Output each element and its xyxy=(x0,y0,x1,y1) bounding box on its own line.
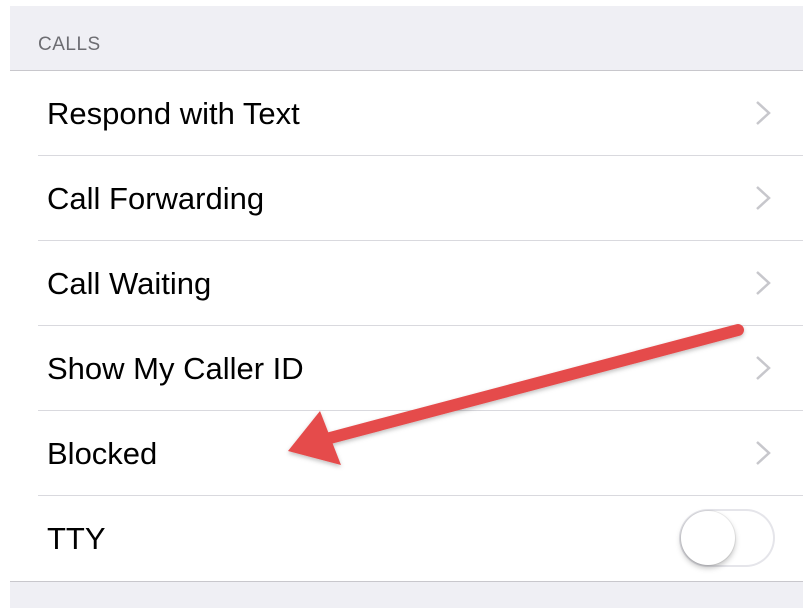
row-label: TTY xyxy=(47,521,106,556)
chevron-right-icon xyxy=(756,441,771,465)
settings-screen: CALLS Respond with Text Call Forwarding … xyxy=(10,6,803,608)
row-label: Blocked xyxy=(47,436,158,471)
tty-toggle[interactable] xyxy=(679,509,775,567)
toggle-knob xyxy=(681,511,735,565)
row-call-forwarding[interactable]: Call Forwarding xyxy=(10,156,803,241)
section-header-label: CALLS xyxy=(38,34,101,55)
row-tty: TTY xyxy=(10,496,803,581)
row-call-waiting[interactable]: Call Waiting xyxy=(10,241,803,326)
row-label: Call Waiting xyxy=(47,266,212,301)
row-label: Call Forwarding xyxy=(47,181,265,216)
calls-settings-group: Respond with Text Call Forwarding Call W… xyxy=(10,70,803,582)
chevron-right-icon xyxy=(756,271,771,295)
chevron-right-icon xyxy=(756,101,771,125)
row-show-my-caller-id[interactable]: Show My Caller ID xyxy=(10,326,803,411)
row-respond-with-text[interactable]: Respond with Text xyxy=(10,71,803,156)
section-header: CALLS xyxy=(10,6,803,70)
row-label: Show My Caller ID xyxy=(47,351,304,386)
row-label: Respond with Text xyxy=(47,96,300,131)
chevron-right-icon xyxy=(756,356,771,380)
chevron-right-icon xyxy=(756,186,771,210)
row-blocked[interactable]: Blocked xyxy=(10,411,803,496)
